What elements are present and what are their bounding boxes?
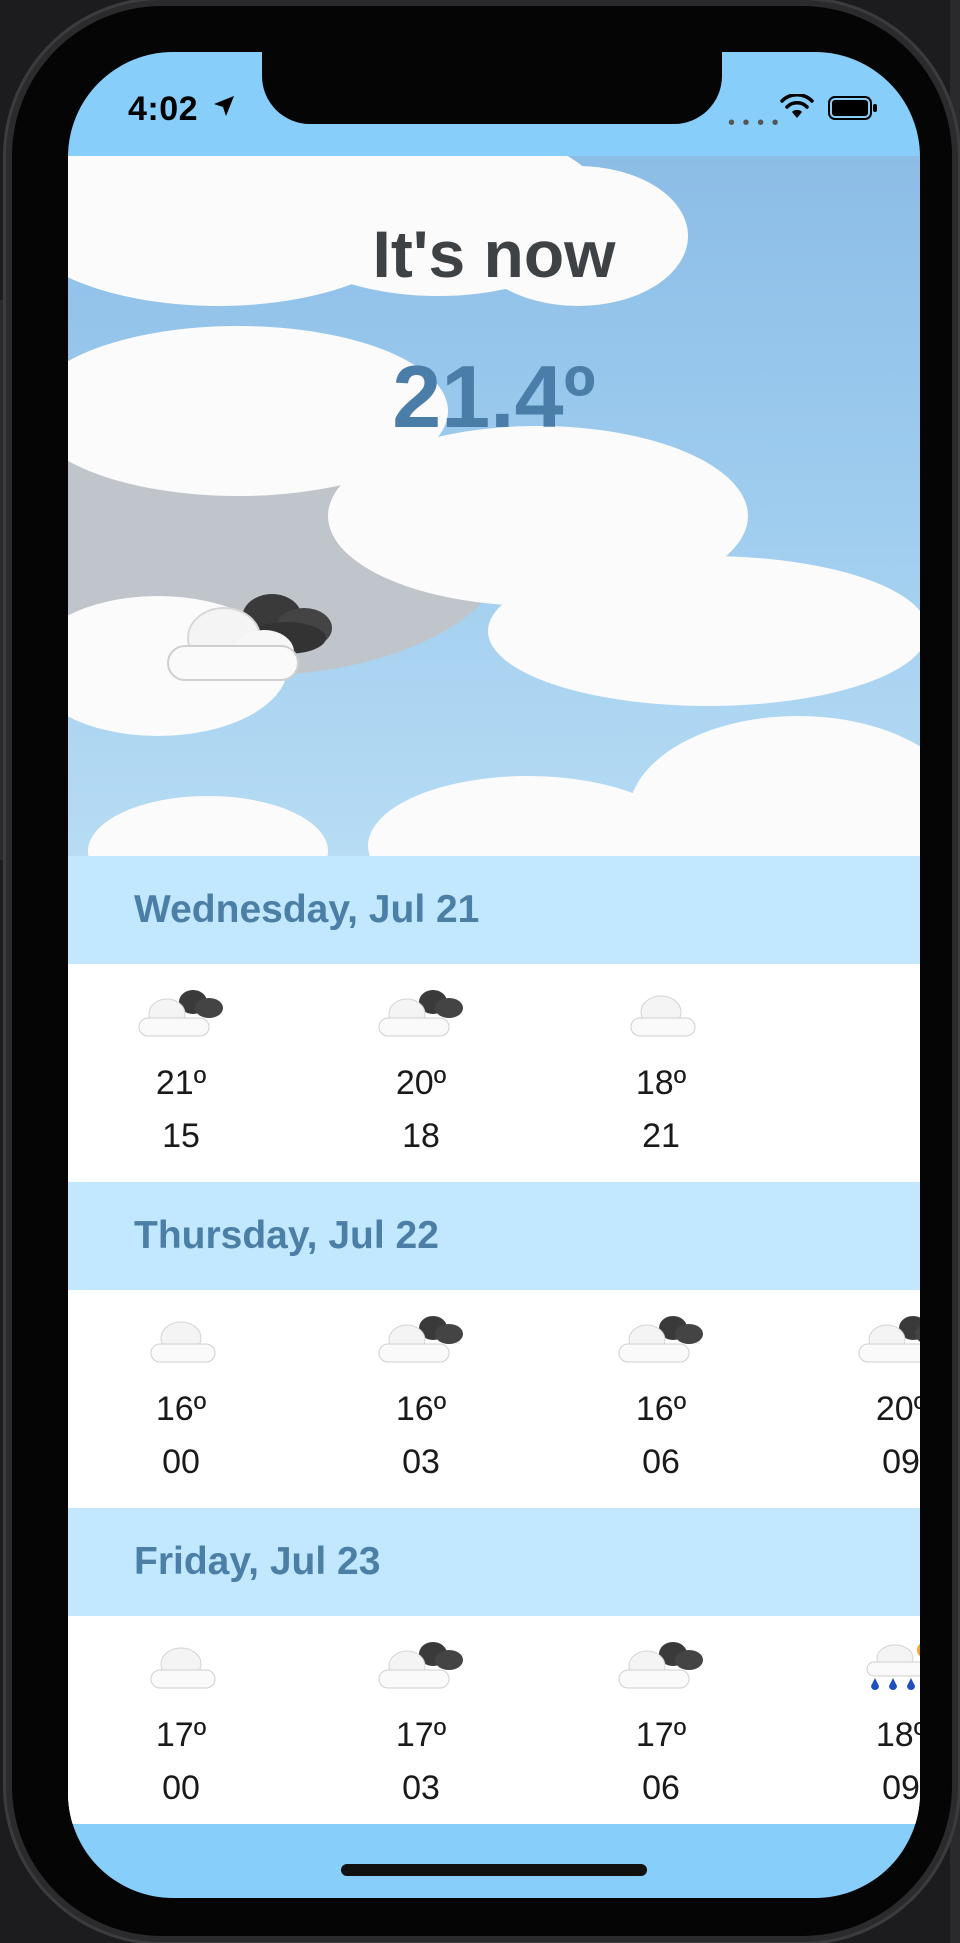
hour-temperature: 17º bbox=[395, 1716, 447, 1754]
hour-time: 15 bbox=[162, 1117, 200, 1155]
device-notch bbox=[262, 52, 722, 124]
hour-temperature: 21º bbox=[155, 1064, 207, 1102]
hour-forecast-item: 17º 03 bbox=[346, 1616, 496, 1808]
status-time: 4:02 bbox=[128, 90, 199, 128]
hour-forecast-item: 16º 03 bbox=[346, 1290, 496, 1482]
location-arrow-icon bbox=[214, 96, 234, 116]
phone-screen: It's now 21.4º Wednesday, Jul 21 21º 15 … bbox=[68, 52, 920, 1898]
sky-cloud bbox=[488, 556, 920, 706]
hour-forecast-item: 18º 21 bbox=[586, 964, 736, 1156]
hour-temperature: 16º bbox=[395, 1390, 447, 1428]
partly-cloudy-icon bbox=[167, 594, 332, 681]
hour-time: 18 bbox=[402, 1117, 440, 1155]
hour-forecast-item: 20º 09 bbox=[826, 1290, 920, 1482]
partly-cloudy-icon bbox=[138, 990, 223, 1037]
sky-cloud bbox=[88, 796, 328, 856]
hourly-forecast-row[interactable]: 17º 00 17º 03 17º 06 18º 09 bbox=[68, 1616, 920, 1824]
hour-forecast-item: 16º 00 bbox=[106, 1290, 256, 1482]
cellular-signal-icon: • • • • bbox=[728, 112, 780, 134]
partly-cloudy-icon bbox=[378, 1642, 463, 1689]
partly-cloudy-icon bbox=[618, 1316, 703, 1363]
partly-cloudy-icon bbox=[378, 1316, 463, 1363]
hour-time: 00 bbox=[162, 1769, 200, 1807]
hour-forecast-item: 17º 00 bbox=[106, 1616, 256, 1808]
hour-time: 03 bbox=[402, 1769, 440, 1807]
hour-temperature: 17º bbox=[155, 1716, 207, 1754]
hour-time: 00 bbox=[162, 1443, 200, 1481]
current-temperature: 21.4º bbox=[392, 347, 596, 446]
battery-icon bbox=[828, 96, 877, 120]
hour-time: 03 bbox=[402, 1443, 440, 1481]
hour-temperature: 16º bbox=[635, 1390, 687, 1428]
current-weather-hero: It's now 21.4º bbox=[68, 156, 920, 856]
wifi-icon bbox=[780, 94, 814, 118]
background-panel bbox=[0, 300, 10, 860]
hourly-forecast-row[interactable]: 16º 00 16º 03 16º 06 20º 09 bbox=[68, 1290, 920, 1508]
hour-time: 09 bbox=[882, 1443, 920, 1481]
cloud-icon bbox=[150, 1647, 216, 1689]
hour-forecast-item: 21º 15 bbox=[106, 964, 256, 1156]
hour-temperature: 20º bbox=[875, 1390, 920, 1428]
cloud-icon bbox=[150, 1321, 216, 1363]
hour-temperature: 20º bbox=[395, 1064, 447, 1102]
hour-forecast-item: 17º 06 bbox=[586, 1616, 736, 1808]
hour-temperature: 16º bbox=[155, 1390, 207, 1428]
day-header-thursday: Thursday, Jul 22 bbox=[68, 1182, 920, 1290]
hour-temperature: 18º bbox=[635, 1064, 687, 1102]
hour-forecast-item: 16º 06 bbox=[586, 1290, 736, 1482]
hour-temperature: 18º bbox=[875, 1716, 920, 1754]
hourly-forecast-row[interactable]: 21º 15 20º 18 18º 21 bbox=[68, 964, 920, 1182]
partly-cloudy-icon bbox=[618, 1642, 703, 1689]
partly-cloudy-icon bbox=[378, 990, 463, 1037]
sky-cloud bbox=[628, 716, 920, 856]
hour-temperature: 17º bbox=[635, 1716, 687, 1754]
partly-cloudy-icon bbox=[858, 1316, 920, 1363]
hour-time: 09 bbox=[882, 1769, 920, 1807]
cloud-icon bbox=[630, 995, 696, 1037]
hour-forecast-item: 20º 18 bbox=[346, 964, 496, 1156]
hour-time: 21 bbox=[642, 1117, 680, 1155]
rain-sun-icon bbox=[866, 1643, 920, 1690]
day-header-friday: Friday, Jul 23 bbox=[68, 1508, 920, 1616]
hour-time: 06 bbox=[642, 1443, 680, 1481]
forecast-scroll-view[interactable]: It's now 21.4º Wednesday, Jul 21 21º 15 … bbox=[68, 156, 920, 1824]
day-header-wednesday: Wednesday, Jul 21 bbox=[68, 856, 920, 964]
home-indicator[interactable] bbox=[341, 1864, 647, 1876]
now-title: It's now bbox=[372, 217, 616, 291]
hour-time: 06 bbox=[642, 1769, 680, 1807]
hour-forecast-item: 18º 09 bbox=[826, 1616, 920, 1808]
phone-frame: It's now 21.4º Wednesday, Jul 21 21º 15 … bbox=[12, 6, 952, 1936]
